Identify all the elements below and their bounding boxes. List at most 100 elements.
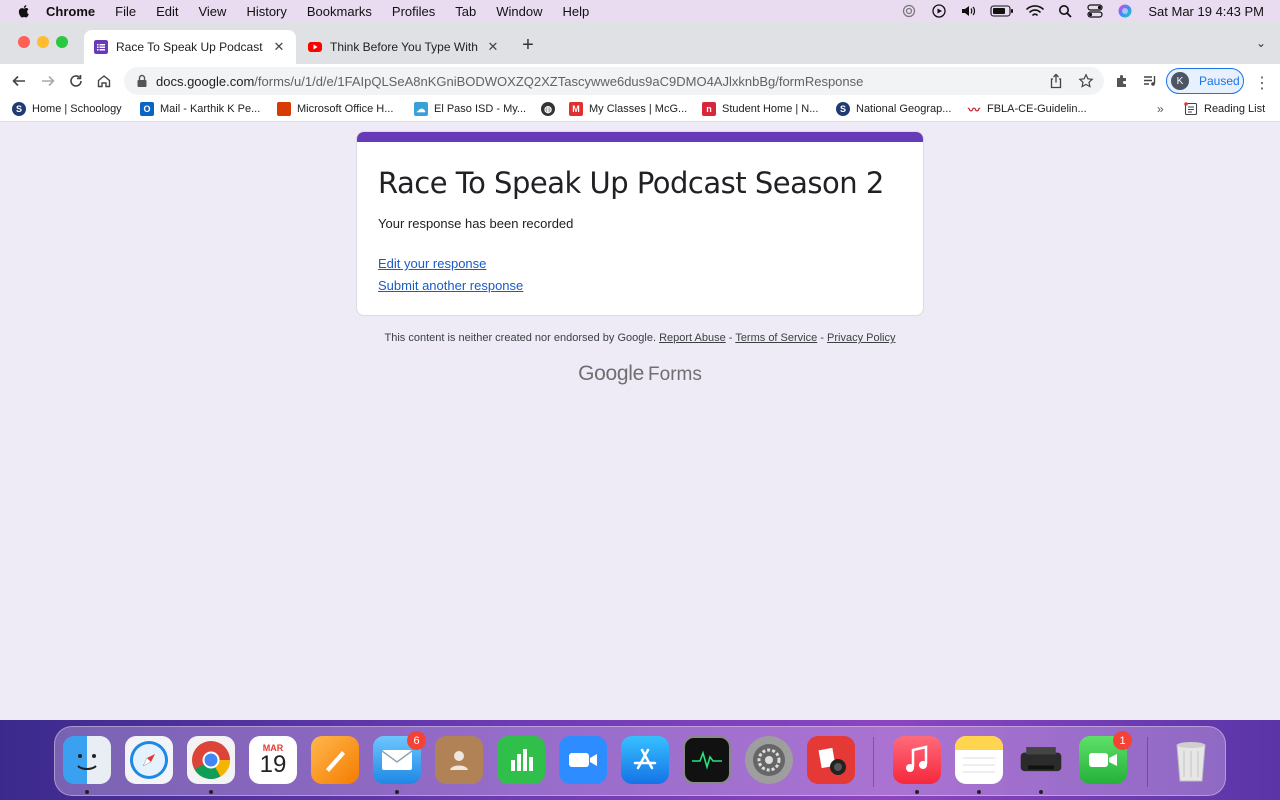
reading-list-icon <box>1184 102 1198 116</box>
volume-icon[interactable] <box>960 4 978 18</box>
extensions-puzzle-icon[interactable] <box>1114 73 1130 89</box>
running-indicator <box>209 790 213 794</box>
back-button[interactable] <box>8 70 30 92</box>
running-indicator <box>1039 790 1043 794</box>
notes-icon[interactable] <box>955 736 1003 784</box>
photo-booth-icon[interactable] <box>807 736 855 784</box>
google-forms-logo[interactable]: Google Forms <box>0 362 1280 386</box>
wifi-icon[interactable] <box>1026 4 1045 18</box>
tab-title: Think Before You Type With La <box>330 40 480 54</box>
spotlight-search-icon[interactable] <box>1056 4 1074 18</box>
home-button[interactable] <box>93 70 115 92</box>
schoology-icon: S <box>12 102 26 116</box>
trash-icon[interactable] <box>1167 736 1215 784</box>
arrow-left-icon <box>12 75 25 87</box>
reading-list-button[interactable]: Reading List <box>1184 102 1265 116</box>
running-indicator <box>85 790 89 794</box>
terms-of-service-link[interactable]: Terms of Service <box>735 332 817 344</box>
spiral-status-icon[interactable] <box>900 4 918 18</box>
bookmark-microsoft-office[interactable]: Microsoft Office H... <box>277 102 393 116</box>
battery-icon[interactable] <box>990 4 1014 18</box>
menu-file[interactable]: File <box>115 4 136 19</box>
running-indicator <box>915 790 919 794</box>
bookmark-star-icon[interactable] <box>1078 73 1094 89</box>
mail-icon[interactable]: 6 <box>373 731 426 784</box>
bookmark-el-paso-isd[interactable]: ☁ El Paso ISD - My... <box>414 102 526 116</box>
facetime-icon[interactable]: 1 <box>1079 731 1132 784</box>
more-menu-icon[interactable]: ⋮ <box>1254 73 1270 93</box>
share-icon[interactable] <box>1048 73 1064 89</box>
bookmark-label: El Paso ISD - My... <box>434 103 527 115</box>
form-title: Race To Speak Up Podcast Season 2 <box>378 166 884 200</box>
now-playing-icon[interactable] <box>930 4 948 18</box>
profile-button[interactable]: K Paused <box>1166 68 1244 94</box>
control-center-icon[interactable] <box>1086 4 1104 18</box>
menu-window[interactable]: Window <box>496 4 542 19</box>
calendar-icon[interactable]: MAR 19 <box>249 736 297 784</box>
response-recorded-message: Your response has been recorded <box>378 216 574 231</box>
bookmarks-bar: S Home | Schoology O Mail - Karthik K Pe… <box>0 98 1280 122</box>
tab-google-form[interactable]: Race To Speak Up Podcast Sea ✕ <box>84 30 296 64</box>
new-tab-button[interactable]: + <box>518 34 538 57</box>
pages-icon[interactable] <box>311 736 359 784</box>
tab-close-icon[interactable]: ✕ <box>486 39 500 55</box>
media-queue-icon[interactable] <box>1142 73 1158 89</box>
tab-youtube-video[interactable]: Think Before You Type With La ✕ <box>298 30 510 64</box>
footer-separator: - <box>817 332 828 344</box>
menu-tab[interactable]: Tab <box>455 4 476 19</box>
contacts-icon[interactable] <box>435 736 483 784</box>
lock-icon[interactable] <box>136 74 148 88</box>
bookmark-globe[interactable]: ◍ <box>541 102 561 116</box>
bookmark-student-home[interactable]: n Student Home | N... <box>702 102 818 116</box>
window-minimize-button[interactable] <box>37 36 49 48</box>
menu-app-name[interactable]: Chrome <box>46 4 95 19</box>
printer-icon[interactable] <box>1017 736 1065 784</box>
submit-another-response-link[interactable]: Submit another response <box>378 278 523 293</box>
forward-button[interactable] <box>37 70 59 92</box>
system-preferences-icon[interactable] <box>745 736 793 784</box>
window-maximize-button[interactable] <box>56 36 68 48</box>
browser-toolbar: docs.google.com/forms/u/1/d/e/1FAIpQLSeA… <box>0 64 1280 98</box>
globe-icon: ◍ <box>541 102 555 116</box>
siri-icon[interactable] <box>1116 4 1134 18</box>
tab-title: Race To Speak Up Podcast Sea <box>116 40 266 54</box>
numbers-icon[interactable] <box>497 736 545 784</box>
app-store-icon[interactable] <box>621 736 669 784</box>
menu-bookmarks[interactable]: Bookmarks <box>307 4 372 19</box>
browser-window: Race To Speak Up Podcast Sea ✕ Think Bef… <box>0 22 1280 720</box>
menu-help[interactable]: Help <box>563 4 590 19</box>
form-header-accent <box>357 132 923 142</box>
safari-icon[interactable] <box>125 736 173 784</box>
footer-separator: - <box>725 332 736 344</box>
menu-bar-clock[interactable]: Sat Mar 19 4:43 PM <box>1148 4 1264 19</box>
edit-response-link[interactable]: Edit your response <box>378 256 486 271</box>
tab-search-chevron-icon[interactable]: ⌄ <box>1256 36 1266 50</box>
privacy-policy-link[interactable]: Privacy Policy <box>827 332 895 344</box>
home-icon <box>97 75 111 88</box>
bookmark-label: National Geograp... <box>856 103 952 115</box>
menu-view[interactable]: View <box>198 4 226 19</box>
report-abuse-link[interactable]: Report Abuse <box>659 332 726 344</box>
tab-close-icon[interactable]: ✕ <box>272 39 286 55</box>
menu-history[interactable]: History <box>246 4 286 19</box>
reload-button[interactable] <box>65 70 87 92</box>
activity-monitor-icon[interactable] <box>683 736 731 784</box>
bookmark-mcgraw-hill[interactable]: M My Classes | McG... <box>569 102 687 116</box>
zoom-icon[interactable] <box>559 736 607 784</box>
bookmark-schoology[interactable]: S Home | Schoology <box>12 102 122 116</box>
window-close-button[interactable] <box>18 36 30 48</box>
menu-profiles[interactable]: Profiles <box>392 4 435 19</box>
schoology-icon: S <box>836 102 850 116</box>
bookmark-mail[interactable]: O Mail - Karthik K Pe... <box>140 102 260 116</box>
menu-edit[interactable]: Edit <box>156 4 178 19</box>
bookmark-national-geographic[interactable]: S National Geograp... <box>836 102 951 116</box>
address-bar[interactable]: docs.google.com/forms/u/1/d/e/1FAIpQLSeA… <box>124 67 1104 95</box>
bookmark-label: FBLA-CE-Guidelin... <box>987 103 1087 115</box>
bookmark-fbla[interactable]: 〰 FBLA-CE-Guidelin... <box>967 102 1087 117</box>
bookmarks-overflow-icon[interactable]: » <box>1157 102 1164 116</box>
music-icon[interactable] <box>893 736 941 784</box>
macos-menu-bar: Chrome File Edit View History Bookmarks … <box>0 0 1280 22</box>
chrome-icon[interactable] <box>187 736 235 784</box>
finder-icon[interactable] <box>63 736 111 784</box>
apple-icon[interactable] <box>16 3 32 19</box>
